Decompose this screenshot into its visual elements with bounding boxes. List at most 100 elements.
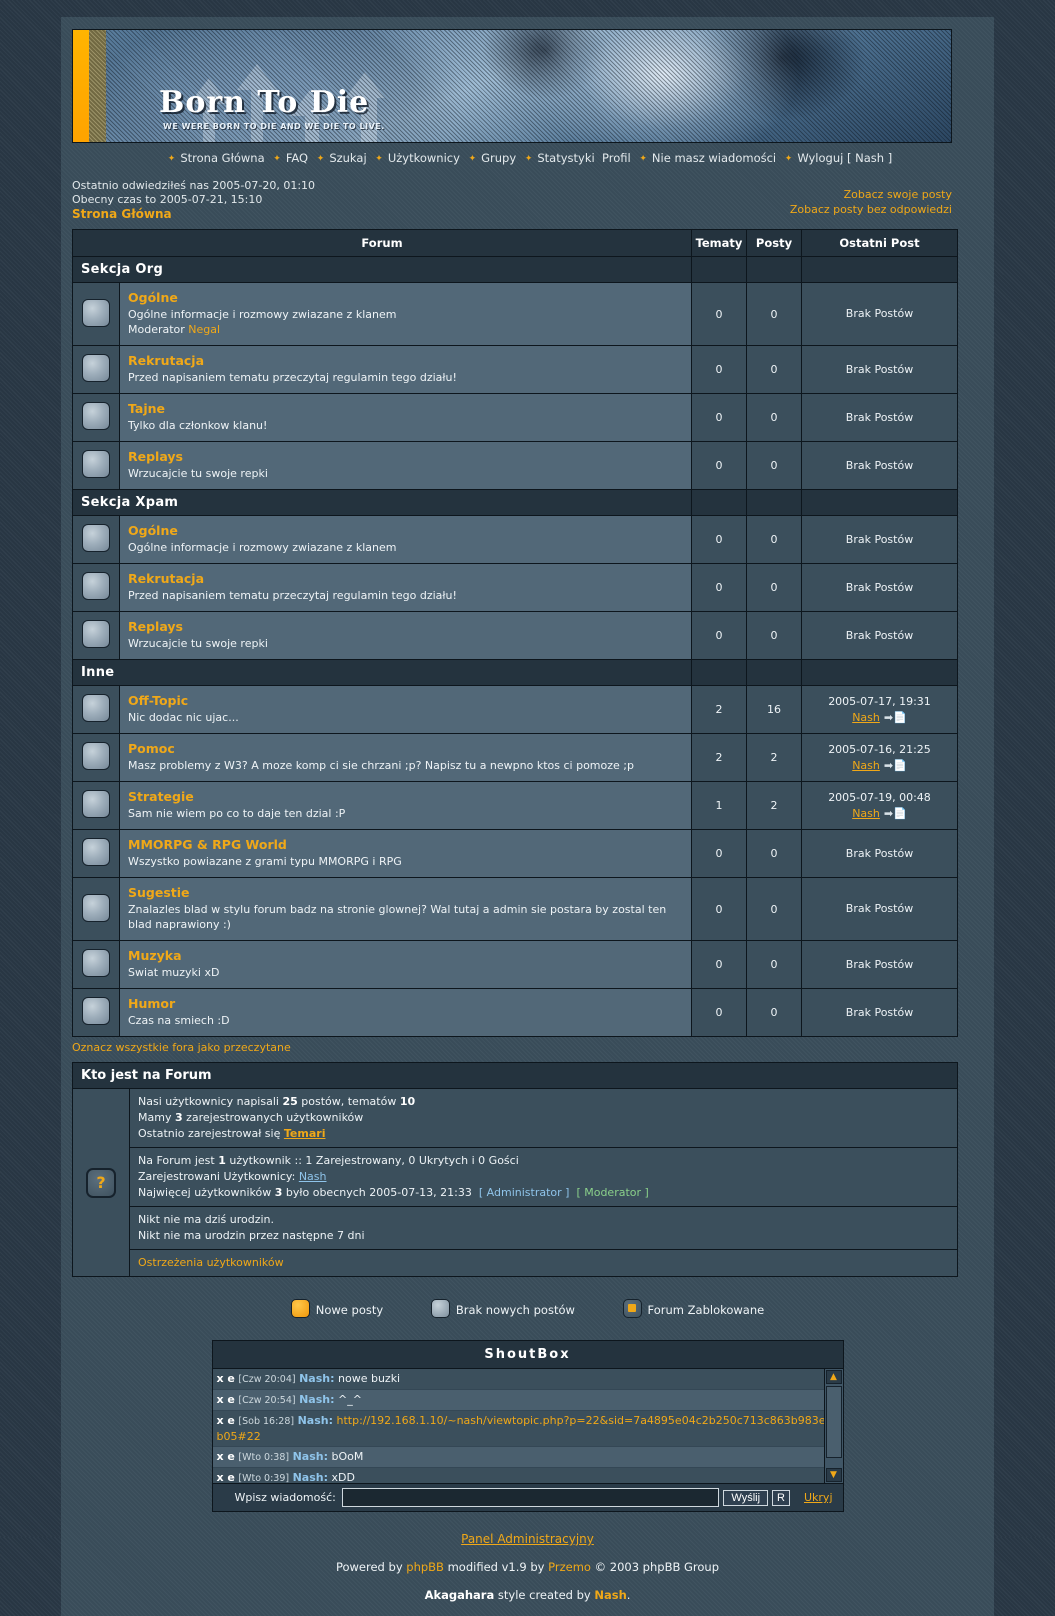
forum-title-link[interactable]: Off-Topic xyxy=(128,693,691,709)
shoutbox-author[interactable]: Nash: xyxy=(293,1471,328,1483)
forum-title-link[interactable]: Strategie xyxy=(128,789,691,805)
link-unanswered-posts[interactable]: Zobacz posty bez odpowiedzi xyxy=(790,203,952,216)
nav-link-messages[interactable]: Nie masz wiadomości xyxy=(652,151,776,165)
online-user-link[interactable]: Nash xyxy=(299,1170,327,1183)
forum-posts-count: 0 xyxy=(746,393,802,442)
moderator-name[interactable]: Negal xyxy=(188,323,220,336)
nav-link-groups[interactable]: Grupy xyxy=(481,151,516,165)
forum-description: Przed napisaniem tematu przeczytaj regul… xyxy=(128,371,457,384)
who-birthday-row: Nikt nie ma dziś urodzin. Nikt nie ma ur… xyxy=(73,1206,958,1250)
shoutbox-send-button[interactable]: Wyślij xyxy=(723,1489,769,1506)
forum-legend: Nowe posty Brak nowych postów Forum Zabl… xyxy=(61,1299,994,1318)
user-warnings-link[interactable]: Ostrzeżenia użytkowników xyxy=(138,1256,284,1269)
forum-title-link[interactable]: Muzyka xyxy=(128,948,691,964)
forum-info-cell: Muzyka Swiat muzyki xD xyxy=(119,940,692,989)
link-my-posts[interactable]: Zobacz swoje posty xyxy=(844,188,952,201)
shoutbox-delete-edit-links[interactable]: x e xyxy=(217,1450,235,1463)
shoutbox-delete-edit-links[interactable]: x e xyxy=(217,1393,235,1406)
shoutbox-timestamp: [Czw 20:04] xyxy=(238,1374,296,1385)
shoutbox-message: x e [Sob 16:28] Nash: http://192.168.1.1… xyxy=(212,1411,843,1447)
shoutbox-message-input[interactable] xyxy=(341,1488,720,1507)
forum-info-cell: Pomoc Masz problemy z W3? A moze komp ci … xyxy=(119,733,692,782)
goto-last-post-icon[interactable]: ➡📄 xyxy=(884,710,907,726)
shoutbox-hide-link[interactable]: Ukryj xyxy=(804,1491,839,1504)
forum-topics-count: 0 xyxy=(691,515,747,564)
newest-member-link[interactable]: Temari xyxy=(284,1127,326,1140)
category-blank-cell xyxy=(801,256,958,283)
no-new-posts-icon xyxy=(82,572,110,600)
shoutbox-messages[interactable]: x e [Czw 20:04] Nash: nowe buzki x e [Czw… xyxy=(212,1369,843,1483)
nav-link-home[interactable]: Strona Główna xyxy=(180,151,264,165)
forum-title-link[interactable]: Humor xyxy=(128,996,691,1012)
forum-last-post-cell: Brak Postów xyxy=(801,282,958,346)
scroll-down-arrow-icon[interactable]: ▼ xyxy=(825,1468,842,1482)
nav-link-profile[interactable]: Profil xyxy=(602,151,631,165)
no-new-posts-icon xyxy=(82,893,110,922)
who-icon-cell: ? xyxy=(72,1088,130,1277)
forum-title-link[interactable]: Replays xyxy=(128,449,691,465)
forum-last-post-cell: Brak Postów xyxy=(801,345,958,394)
mark-all-read-link[interactable]: Oznacz wszystkie fora jako przeczytane xyxy=(72,1041,291,1054)
shoutbox-author[interactable]: Nash: xyxy=(293,1450,328,1463)
forum-last-post-cell: 2005-07-16, 21:25 Nash ➡📄 xyxy=(801,733,958,782)
forum-posts-count: 0 xyxy=(746,345,802,394)
shoutbox-timestamp: [Wto 0:38] xyxy=(238,1452,290,1463)
admin-panel-link[interactable]: Panel Administracyjny xyxy=(461,1532,594,1546)
forum-title-link[interactable]: Ogólne xyxy=(128,523,691,539)
shoutbox-author[interactable]: Nash: xyxy=(299,1372,334,1385)
no-posts-text: Brak Postów xyxy=(845,902,914,915)
shoutbox-scrollbar[interactable]: ▲ ▼ xyxy=(823,1369,843,1483)
shoutbox-author[interactable]: Nash: xyxy=(298,1414,333,1427)
last-post-author[interactable]: Nash xyxy=(852,759,880,772)
category-title[interactable]: Sekcja Org xyxy=(72,256,692,283)
no-new-posts-icon xyxy=(82,838,110,866)
category-blank-cell xyxy=(801,659,958,686)
shoutbox-refresh-button[interactable]: R xyxy=(772,1489,790,1506)
scroll-up-arrow-icon[interactable]: ▲ xyxy=(825,1370,842,1384)
nav-bullet-icon: ✦ xyxy=(524,154,533,164)
banner-title: Born To Die xyxy=(159,85,370,120)
nav-link-logout[interactable]: Wyloguj [ Nash ] xyxy=(797,151,892,165)
category-title[interactable]: Sekcja Xpam xyxy=(72,489,692,516)
who-stats-row: ? Nasi użytkownicy napisali 25 postów, t… xyxy=(72,1088,958,1277)
shoutbox-delete-edit-links[interactable]: x e xyxy=(217,1414,235,1427)
forum-title-link[interactable]: Tajne xyxy=(128,401,691,417)
forum-description: Masz problemy z W3? A moze komp ci sie c… xyxy=(128,759,634,772)
shoutbox-delete-edit-links[interactable]: x e xyxy=(217,1372,235,1385)
shoutbox-delete-edit-links[interactable]: x e xyxy=(217,1471,235,1483)
category-title[interactable]: Inne xyxy=(72,659,692,686)
forum-title-link[interactable]: Replays xyxy=(128,619,691,635)
nav-bullet-icon: ✦ xyxy=(784,154,793,164)
scrollbar-thumb[interactable] xyxy=(825,1386,842,1458)
last-post-author[interactable]: Nash xyxy=(852,711,880,724)
forum-topics-count: 0 xyxy=(691,563,747,612)
forum-info-cell: Strategie Sam nie wiem po co to daje ten … xyxy=(119,781,692,830)
forum-info-cell: Sugestie Znalazles blad w stylu forum bad… xyxy=(119,877,692,941)
forum-title-link[interactable]: Rekrutacja xyxy=(128,571,691,587)
new-posts-icon xyxy=(290,1299,310,1318)
forum-title-link[interactable]: Ogólne xyxy=(128,290,691,306)
forum-row: Muzyka Swiat muzyki xD 0 0 Brak Postów xyxy=(72,940,958,989)
forum-title-link[interactable]: Rekrutacja xyxy=(128,353,691,369)
forum-description: Ogólne informacje i rozmowy zwiazane z k… xyxy=(128,308,397,321)
goto-last-post-icon[interactable]: ➡📄 xyxy=(884,806,907,822)
no-new-posts-icon xyxy=(82,298,110,327)
forum-row: Strategie Sam nie wiem po co to daje ten … xyxy=(72,781,958,830)
nav-link-statistics[interactable]: Statystyki xyxy=(537,151,594,165)
forum-title-link[interactable]: MMORPG & RPG World xyxy=(128,837,691,853)
nav-link-faq[interactable]: FAQ xyxy=(286,151,308,165)
column-header-topics: Tematy xyxy=(691,229,747,257)
nav-link-search[interactable]: Szukaj xyxy=(329,151,366,165)
goto-last-post-icon[interactable]: ➡📄 xyxy=(884,758,907,774)
forum-status-icon-cell xyxy=(72,393,120,442)
last-post-author[interactable]: Nash xyxy=(852,807,880,820)
nav-link-memberlist[interactable]: Użytkownicy xyxy=(388,151,460,165)
board-stats-cell: Nasi użytkownicy napisali 25 postów, tem… xyxy=(129,1088,958,1148)
forum-title-link[interactable]: Sugestie xyxy=(128,885,691,901)
shoutbox-author[interactable]: Nash: xyxy=(299,1393,334,1406)
style-name: Akagahara xyxy=(424,1588,495,1602)
forum-row: Off-Topic Nic dodac nic ujac... 2 16 2005-07… xyxy=(72,685,958,734)
forum-title-link[interactable]: Pomoc xyxy=(128,741,691,757)
forum-info-cell: Replays Wrzucajcie tu swoje repki xyxy=(119,441,692,490)
stats-members-line: Mamy 3 zarejestrowanych użytkowników xyxy=(138,1111,364,1124)
